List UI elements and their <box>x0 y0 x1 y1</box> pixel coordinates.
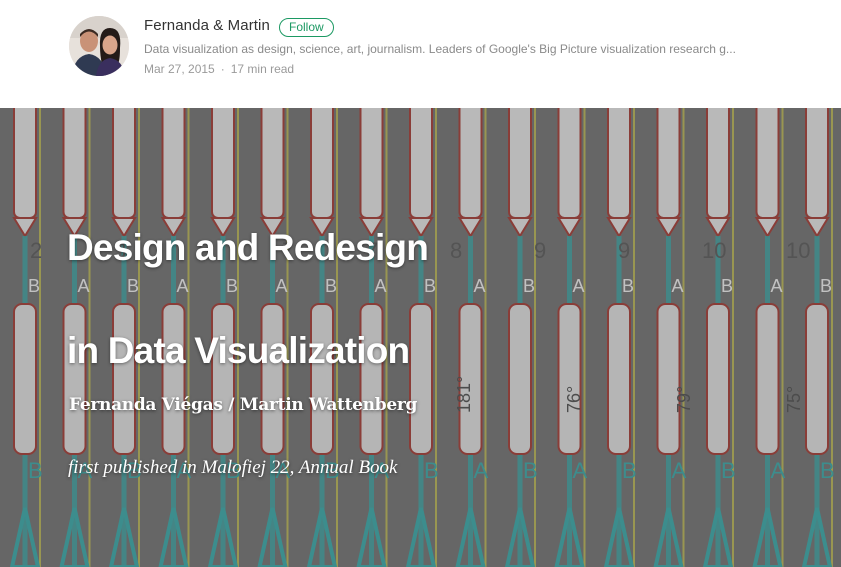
follow-button[interactable]: Follow <box>279 18 334 37</box>
publish-date: Mar 27, 2015 <box>144 62 215 76</box>
author-avatar[interactable] <box>69 16 129 76</box>
article-authors: Fernanda Viégas / Martin Wattenberg <box>69 395 418 415</box>
post-meta: Mar 27, 2015 · 17 min read <box>144 62 294 76</box>
article-title-line-2: in Data Visualization <box>67 330 410 371</box>
meta-separator: · <box>220 62 225 76</box>
author-bar: Fernanda & Martin Follow Data visualizat… <box>0 0 841 108</box>
hero-image: 2 3 6 7 7 8 9 9 10 10 B B A A B B A A B B A A B B A A B B A A B B A A B B A A… <box>0 108 841 567</box>
publication-note: first published in Malofiej 22, Annual B… <box>68 457 398 478</box>
article-title-line-1: Design and Redesign <box>67 227 429 268</box>
read-time: 17 min read <box>230 62 295 76</box>
avatar-photo-icon <box>69 16 129 76</box>
author-bio: Data visualization as design, science, a… <box>144 42 736 56</box>
author-name[interactable]: Fernanda & Martin <box>144 17 270 34</box>
